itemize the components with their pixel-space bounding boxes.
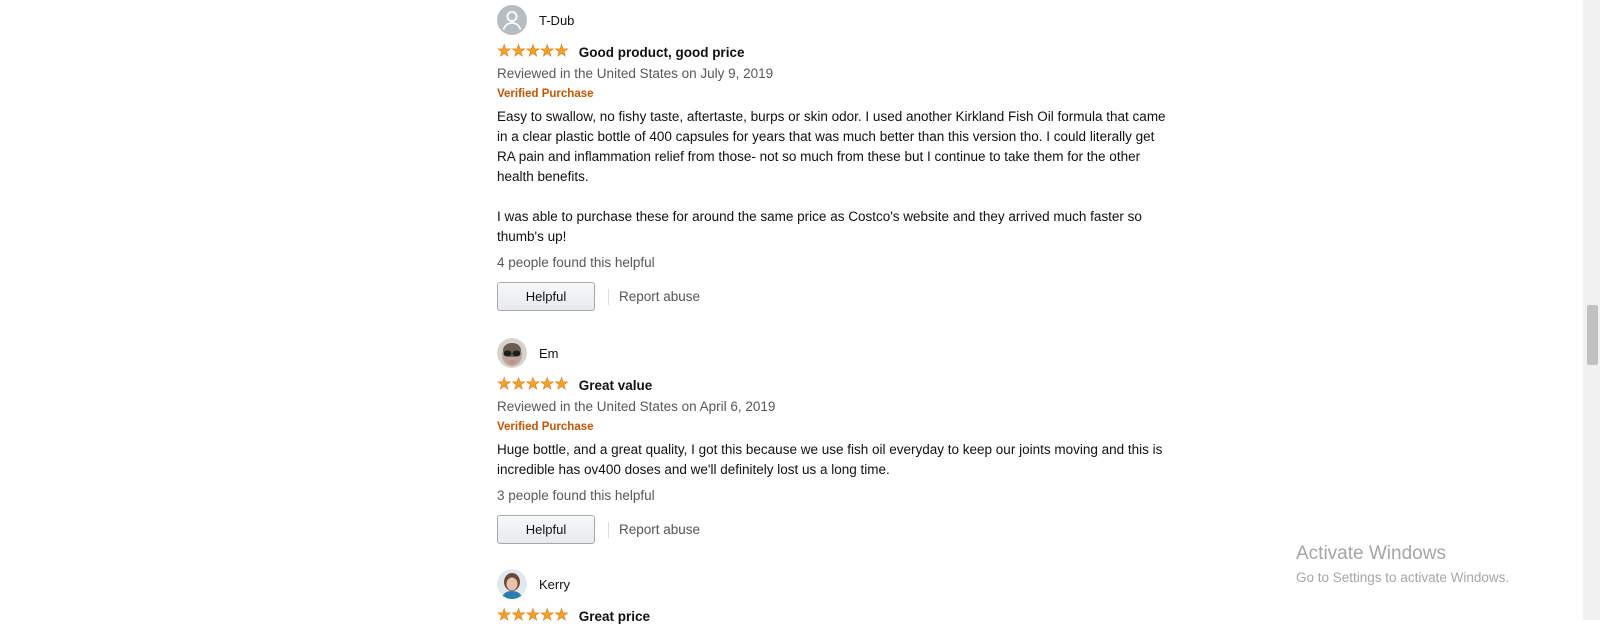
star-rating[interactable]: ★ ★ ★ ★ ★ [497, 607, 569, 624]
star-icon: ★ [511, 376, 526, 393]
star-rating[interactable]: ★ ★ ★ ★ ★ [497, 376, 569, 393]
review-item: T-Dub ★ ★ ★ ★ ★ Good product, good price… [497, 3, 1177, 311]
default-user-avatar-icon [497, 5, 527, 35]
divider [608, 288, 609, 305]
reviewer-profile[interactable]: T-Dub [497, 3, 1177, 37]
reviewer-name: T-Dub [539, 12, 575, 28]
helpful-button[interactable]: Helpful [497, 515, 595, 544]
reviewer-profile[interactable]: Kerry [497, 567, 1177, 601]
review-paragraph: Huge bottle, and a great quality, I got … [497, 442, 1163, 477]
verified-purchase-badge[interactable]: Verified Purchase [497, 419, 1177, 435]
star-icon: ★ [540, 376, 555, 393]
review-title[interactable]: Great value [579, 378, 653, 393]
star-icon: ★ [554, 376, 569, 393]
reviewer-name: Kerry [539, 576, 571, 592]
scrollbar-thumb[interactable] [1587, 305, 1598, 365]
review-body: Huge bottle, and a great quality, I got … [497, 440, 1172, 480]
profile-photo-avatar [497, 338, 527, 368]
star-rating[interactable]: ★ ★ ★ ★ ★ [497, 43, 569, 60]
review-item: Kerry ★ ★ ★ ★ ★ Great price [497, 567, 1177, 627]
star-icon: ★ [525, 376, 541, 393]
review-paragraph: Easy to swallow, no fishy taste, afterta… [497, 109, 1166, 184]
star-icon: ★ [511, 607, 526, 624]
profile-photo-avatar [497, 569, 527, 599]
review-date: Reviewed in the United States on July 9,… [497, 66, 774, 81]
star-icon: ★ [540, 43, 555, 60]
helpful-button[interactable]: Helpful [497, 282, 595, 311]
watermark-title: Activate Windows [1296, 543, 1446, 564]
star-icon: ★ [525, 43, 541, 60]
star-icon: ★ [511, 43, 526, 60]
watermark-subtitle: Go to Settings to activate Windows. [1296, 570, 1510, 585]
review-date: Reviewed in the United States on April 6… [497, 399, 776, 414]
star-icon: ★ [525, 607, 541, 624]
star-icon: ★ [554, 607, 569, 624]
review-title[interactable]: Great price [579, 609, 650, 624]
review-title[interactable]: Good product, good price [579, 45, 745, 60]
reviewer-profile[interactable]: Em [497, 336, 1177, 370]
verified-purchase-badge[interactable]: Verified Purchase [497, 86, 1177, 102]
review-paragraph: I was able to purchase these for around … [497, 209, 1142, 244]
star-icon: ★ [554, 43, 569, 60]
review-item: Em ★ ★ ★ ★ ★ Great value Reviewed in the… [497, 336, 1177, 544]
vertical-scrollbar[interactable] [1583, 0, 1600, 620]
star-icon: ★ [497, 607, 512, 624]
star-icon: ★ [497, 43, 512, 60]
review-body: Easy to swallow, no fishy taste, afterta… [497, 107, 1172, 247]
star-icon: ★ [540, 607, 555, 624]
report-abuse-link[interactable]: Report abuse [619, 289, 700, 304]
report-abuse-link[interactable]: Report abuse [619, 522, 700, 537]
star-icon: ★ [497, 376, 512, 393]
reviewer-name: Em [539, 345, 559, 361]
helpful-count: 3 people found this helpful [497, 488, 655, 503]
activate-windows-watermark: Activate Windows Go to Settings to activ… [1296, 542, 1509, 587]
divider [608, 521, 609, 538]
helpful-count: 4 people found this helpful [497, 255, 655, 270]
